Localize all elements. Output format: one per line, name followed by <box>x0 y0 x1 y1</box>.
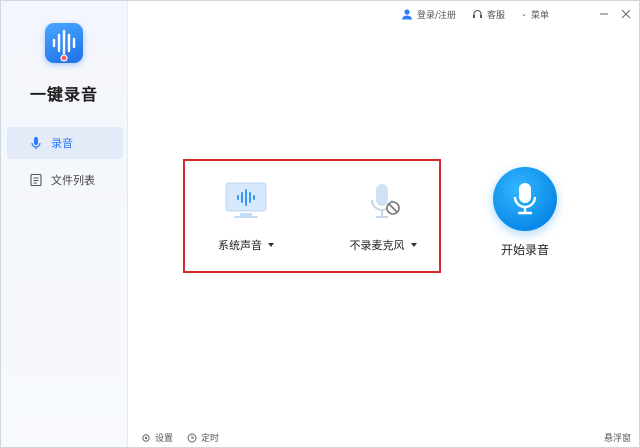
microphone-icon <box>29 136 43 150</box>
close-button[interactable] <box>619 5 633 23</box>
microphone-off-icon <box>371 184 400 218</box>
sidebar-item-recording[interactable]: 录音 <box>7 127 123 159</box>
login-button[interactable]: 登录/注册 <box>401 8 456 21</box>
headset-icon <box>473 9 483 18</box>
top-bar: 登录/注册 客服 ⌄ 菜单 <box>401 5 565 23</box>
settings-label: 设置 <box>155 434 174 444</box>
recording-options-box: 系统声音 不录麦克风 <box>183 159 441 273</box>
microphone-icon <box>513 183 537 215</box>
footer-bar: 设置 定时 <box>141 431 233 444</box>
start-recording-area: 开始录音 <box>487 167 563 258</box>
user-icon <box>402 9 412 20</box>
service-label: 客服 <box>487 10 506 21</box>
timer-button[interactable]: 定时 <box>187 431 219 444</box>
start-recording-button[interactable] <box>493 167 557 231</box>
menu-label: 菜单 <box>530 10 549 21</box>
microphone-select[interactable]: 不录麦克风 <box>333 181 433 253</box>
app-title: 一键录音 <box>29 85 98 104</box>
caret-down-icon <box>410 243 417 247</box>
service-button[interactable]: 客服 <box>472 8 505 21</box>
settings-button[interactable]: 设置 <box>141 431 173 444</box>
system-sound-label: 系统声音 <box>218 239 262 252</box>
start-recording-label: 开始录音 <box>500 243 549 257</box>
sidebar-item-file-list[interactable]: 文件列表 <box>7 164 123 196</box>
timer-label: 定时 <box>201 434 220 444</box>
system-sound-select[interactable]: 系统声音 <box>196 181 296 253</box>
system-sound-icon <box>225 182 267 218</box>
login-label: 登录/注册 <box>417 10 457 21</box>
chevron-down-icon: ⌄ <box>521 10 527 18</box>
float-window-button[interactable]: 悬浮窗 <box>604 431 631 444</box>
sidebar: 一键录音 录音 文件列表 <box>1 1 128 447</box>
microphone-label: 不录麦克风 <box>349 239 405 252</box>
gear-icon <box>142 433 150 442</box>
sidebar-item-label: 文件列表 <box>51 174 95 187</box>
menu-button[interactable]: ⌄ 菜单 <box>521 8 549 21</box>
file-list-icon <box>29 173 43 187</box>
caret-down-icon <box>268 243 274 247</box>
app-window: 一键录音 录音 文件列表 登录/注册 客服 ⌄ 菜单 系统声音 不录麦克风 开始… <box>0 0 640 448</box>
close-icon <box>621 9 631 19</box>
sidebar-item-label: 录音 <box>51 137 73 150</box>
minimize-button[interactable] <box>597 5 611 23</box>
minimize-icon <box>600 13 608 15</box>
app-logo-icon <box>45 23 83 63</box>
clock-icon <box>187 433 197 442</box>
